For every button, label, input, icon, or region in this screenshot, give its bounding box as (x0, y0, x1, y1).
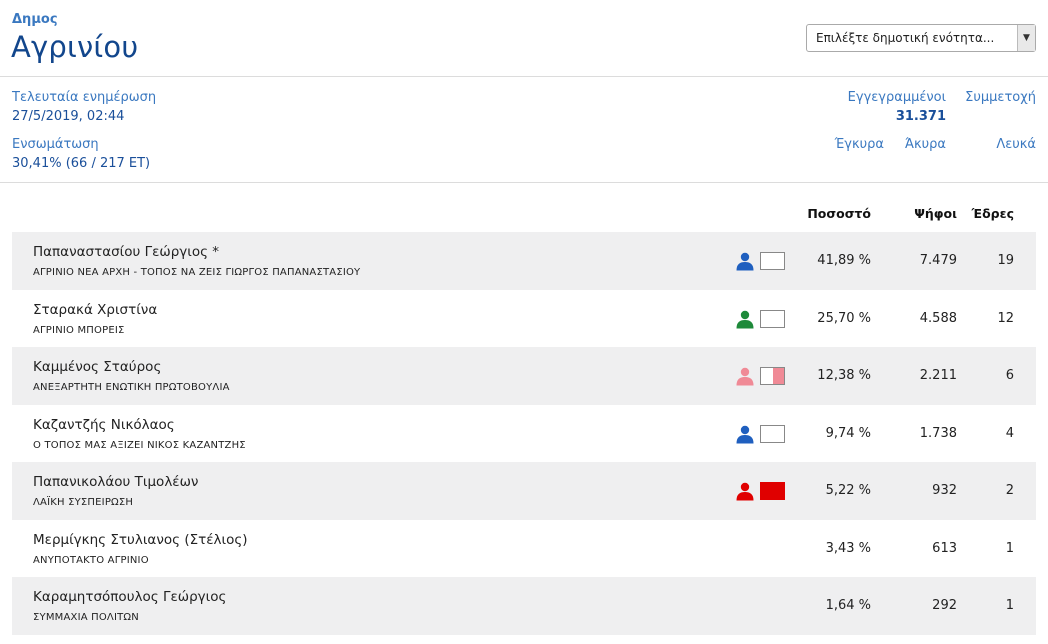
candidate-name: Καραμητσόπουλος Γεώργιος (33, 589, 227, 605)
party-name: ΑΝΕΞΑΡΤΗΤΗ ΕΝΩΤΙΚΗ ΠΡΩΤΟΒΟΥΛΙΑ (33, 382, 230, 393)
candidate-name: Καζαντζής Νικόλαος (33, 416, 175, 433)
percent-value: 12,38 % (817, 368, 871, 383)
last-update-value: 27/5/2019, 02:44 (12, 109, 125, 124)
percent-value: 25,70 % (817, 310, 871, 326)
invalid-label: Άκυρα (904, 137, 946, 152)
stats-panel: Τελευταία ενημέρωση 27/5/2019, 02:44 Ενσ… (0, 77, 1048, 183)
municipal-unit-select-text: Επιλέξτε δημοτική ενότητα... (816, 31, 995, 45)
registered-label: Εγγεγραμμένοι (847, 90, 946, 105)
candidate-name: Μερμίγκης Στυλιανος (Στέλιος) (33, 531, 248, 548)
municipality-header: Δημος Αγρινίου Επιλέξτε δημοτική ενότητα… (0, 0, 1048, 77)
person-icon (736, 367, 754, 386)
party-color-swatch (760, 424, 785, 443)
percent-value: 3,43 % (825, 540, 871, 556)
person-icon (736, 482, 754, 501)
votes-value: 932 (932, 483, 957, 498)
party-name: ΑΓΡΙΝΙΟ ΜΠΟΡΕΙΣ (33, 324, 125, 336)
result-row[interactable]: Μερμίγκης Στυλιανος (Στέλιος) ΑΝΥΠΟΤΑΚΤΟ… (12, 520, 1036, 578)
last-update-label: Τελευταία ενημέρωση (12, 90, 157, 105)
person-icon (736, 252, 754, 271)
party-color-swatch (760, 482, 785, 500)
seats-value: 19 (997, 253, 1014, 268)
incorporation-label: Ενσωμάτωση (12, 137, 99, 152)
party-color-swatch (760, 252, 785, 270)
candidate-name: Παπανικολάου Τιμολέων (33, 474, 199, 490)
votes-value: 4.588 (919, 310, 957, 326)
votes-value: 292 (932, 598, 957, 613)
party-name: ΣΥΜΜΑΧΙΑ ΠΟΛΙΤΩΝ (33, 612, 139, 623)
column-header-votes: Ψήφοι (914, 206, 957, 221)
votes-value: 7.479 (919, 253, 957, 268)
person-icon (736, 425, 754, 443)
candidate-name: Σταρακά Χριστίνα (33, 301, 158, 318)
seats-value: 6 (1005, 368, 1014, 383)
municipality-name: Αγρινίου (11, 30, 139, 64)
seats-value: 1 (1005, 598, 1014, 613)
person-icon (736, 310, 754, 328)
registered-value: 31.371 (895, 109, 946, 124)
turnout-label: Συμμετοχή (965, 90, 1036, 105)
result-row[interactable]: Παπανικολάου Τιμολέων ΛΑΪΚΗ ΣΥΣΠΕΙΡΩΣΗ 5… (12, 462, 1036, 520)
result-row[interactable]: Παπαναστασίου Γεώργιος * ΑΓΡΙΝΙΟ ΝΕΑ ΑΡΧ… (12, 232, 1036, 290)
candidate-name: Καμμένος Σταύρος (33, 359, 162, 375)
party-color-swatch (760, 367, 785, 385)
votes-value: 1.738 (919, 425, 957, 441)
result-row[interactable]: Καραμητσόπουλος Γεώργιος ΣΥΜΜΑΧΙΑ ΠΟΛΙΤΩ… (12, 577, 1036, 635)
municipality-label: Δημος (12, 12, 58, 27)
seats-value: 1 (1005, 540, 1014, 556)
percent-value: 41,89 % (817, 253, 871, 268)
column-header-percent: Ποσοστό (807, 206, 871, 221)
result-row[interactable]: Σταρακά Χριστίνα ΑΓΡΙΝΙΟ ΜΠΟΡΕΙΣ 25,70 %… (12, 290, 1036, 348)
seats-value: 2 (1005, 483, 1014, 498)
blank-label: Λευκά (996, 137, 1036, 152)
municipal-unit-select[interactable]: Επιλέξτε δημοτική ενότητα... ▼ (806, 24, 1036, 52)
percent-value: 5,22 % (825, 483, 871, 498)
seats-value: 12 (997, 310, 1014, 326)
party-name: ΛΑΪΚΗ ΣΥΣΠΕΙΡΩΣΗ (33, 497, 134, 508)
valid-label: Έγκυρα (834, 137, 884, 152)
percent-value: 9,74 % (825, 425, 871, 441)
seats-value: 4 (1005, 425, 1014, 441)
result-row[interactable]: Καζαντζής Νικόλαος Ο ΤΟΠΟΣ ΜΑΣ ΑΞΙΖΕΙ ΝΙ… (12, 405, 1036, 463)
party-name: Ο ΤΟΠΟΣ ΜΑΣ ΑΞΙΖΕΙ ΝΙΚΟΣ ΚΑΖΑΝΤΖΗΣ (33, 439, 246, 451)
column-header-seats: Έδρες (971, 206, 1014, 221)
result-row[interactable]: Καμμένος Σταύρος ΑΝΕΞΑΡΤΗΤΗ ΕΝΩΤΙΚΗ ΠΡΩΤ… (12, 347, 1036, 405)
party-name: ΑΓΡΙΝΙΟ ΝΕΑ ΑΡΧΗ - ΤΟΠΟΣ ΝΑ ΖΕΙΣ ΓΙΩΡΓΟΣ… (33, 267, 361, 278)
percent-value: 1,64 % (825, 598, 871, 613)
incorporation-value: 30,41% (66 / 217 ΕΤ) (12, 156, 151, 171)
votes-value: 613 (932, 540, 957, 556)
results-table: Παπαναστασίου Γεώργιος * ΑΓΡΙΝΙΟ ΝΕΑ ΑΡΧ… (12, 232, 1036, 635)
candidate-name: Παπαναστασίου Γεώργιος * (33, 244, 220, 260)
votes-value: 2.211 (919, 368, 957, 383)
party-color-swatch (760, 309, 785, 328)
chevron-down-icon[interactable]: ▼ (1017, 25, 1035, 51)
party-color-fill (772, 368, 784, 384)
party-name: ΑΝΥΠΟΤΑΚΤΟ ΑΓΡΙΝΙΟ (33, 554, 149, 566)
